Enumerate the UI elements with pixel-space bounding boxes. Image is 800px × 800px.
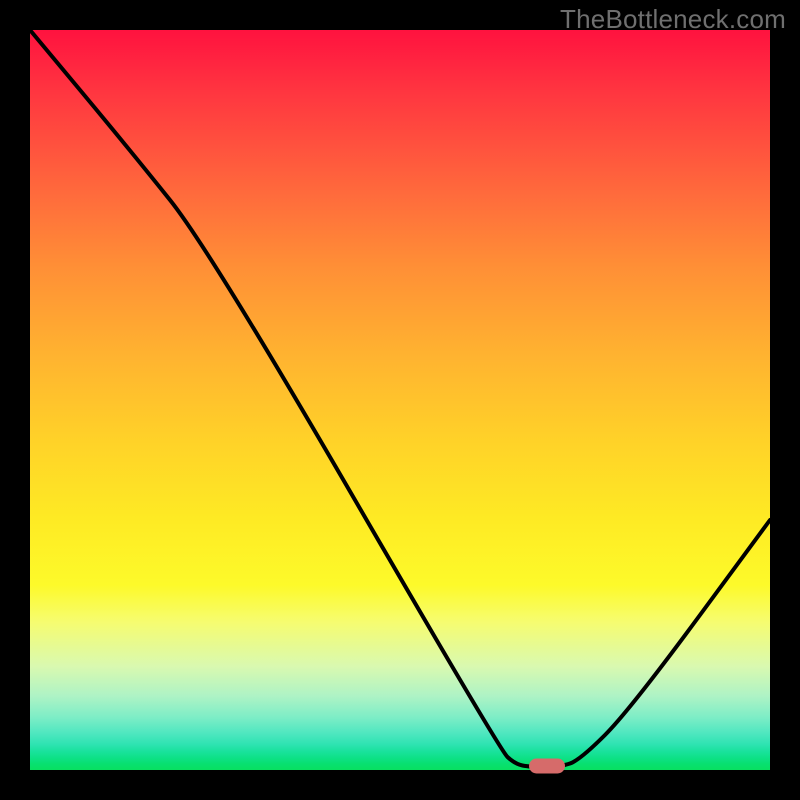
optimum-marker — [529, 759, 565, 774]
plot-area — [30, 30, 770, 770]
curve-path — [30, 30, 770, 767]
chart-container: TheBottleneck.com — [0, 0, 800, 800]
curve-svg — [30, 30, 770, 770]
